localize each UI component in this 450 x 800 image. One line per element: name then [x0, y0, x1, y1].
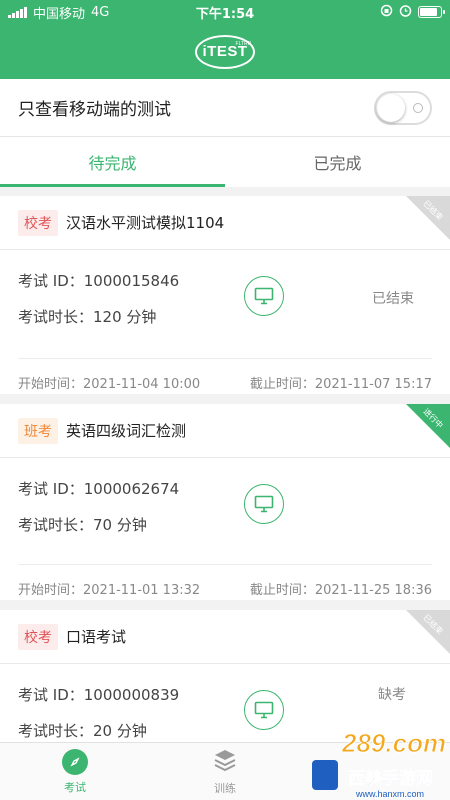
tabbar-item-placeholder: [300, 743, 450, 800]
bottom-tab-bar: 考试 训练: [0, 742, 450, 800]
pc-exam-button[interactable]: [244, 690, 284, 730]
exam-duration: 考试时长：70 分钟: [18, 516, 147, 534]
exam-card[interactable]: 进行中 班考 英语四级词汇检测 考试 ID：1000062674 考试时长：70…: [0, 404, 450, 600]
app-header: iTEST FLTRP: [0, 24, 450, 79]
monitor-icon: [254, 701, 274, 719]
exam-title: 英语四级词汇检测: [66, 422, 187, 440]
tab-completed[interactable]: 已完成: [225, 137, 450, 187]
status-bar: 中国移动 4G 下午1:54: [0, 0, 450, 24]
exam-id: 考试 ID：1000062674: [18, 480, 180, 498]
exam-card[interactable]: 已结束 校考 口语考试 考试 ID：1000000839 考试时长：20 分钟 …: [0, 610, 450, 742]
exam-duration: 考试时长：120 分钟: [18, 308, 157, 326]
app-logo: iTEST FLTRP: [195, 34, 255, 69]
pc-exam-button[interactable]: [244, 276, 284, 316]
exam-end-time: 截止时间：2021-11-25 18:36: [249, 582, 432, 598]
mobile-only-filter-row: 只查看移动端的测试: [0, 79, 450, 137]
exam-status: 缺考: [378, 687, 406, 703]
exam-status-tabs: 待完成 已完成: [0, 137, 450, 187]
layers-icon: [212, 747, 238, 776]
exam-tag: 校考: [18, 209, 58, 236]
exam-id: 考试 ID：1000000839: [18, 686, 180, 704]
toggle-knob: [377, 93, 405, 122]
exam-card[interactable]: 已结束 校考 汉语水平测试模拟1104 考试 ID：1000015846 考试时…: [0, 196, 450, 394]
signal-icon: [8, 6, 27, 18]
exam-duration: 考试时长：20 分钟: [18, 722, 147, 740]
carrier-name: 中国移动: [33, 6, 86, 22]
monitor-icon: [254, 495, 274, 513]
monitor-icon: [254, 287, 274, 305]
exam-id: 考试 ID：1000015846: [18, 272, 180, 290]
compass-icon: [62, 748, 88, 775]
exam-tag: 班考: [18, 417, 58, 444]
battery-icon: [418, 6, 445, 18]
exam-tag: 校考: [18, 623, 58, 650]
exam-title: 汉语水平测试模拟1104: [66, 214, 225, 232]
tabbar-item-training[interactable]: 训练: [150, 743, 300, 800]
exam-status: 已结束: [372, 291, 414, 307]
mobile-only-toggle[interactable]: [374, 90, 432, 125]
exam-end-time: 截止时间：2021-11-07 15:17: [249, 376, 432, 392]
mobile-only-filter-label: 只查看移动端的测试: [18, 100, 171, 120]
network-type: 4G: [91, 4, 110, 20]
exam-start-time: 开始时间：2021-11-04 10:00: [18, 376, 201, 392]
exam-title: 口语考试: [66, 628, 127, 646]
toggle-off-indicator-icon: [413, 102, 423, 113]
pc-exam-button[interactable]: [244, 484, 284, 524]
tabbar-item-exam[interactable]: 考试: [0, 743, 150, 800]
tabbar-item-label: 考试: [64, 780, 86, 794]
orientation-lock-icon: [380, 4, 393, 20]
tab-pending[interactable]: 待完成: [0, 137, 225, 187]
exam-start-time: 开始时间：2021-11-01 13:32: [18, 582, 201, 598]
tabbar-item-label: 训练: [214, 782, 236, 795]
alarm-icon: [399, 4, 412, 20]
